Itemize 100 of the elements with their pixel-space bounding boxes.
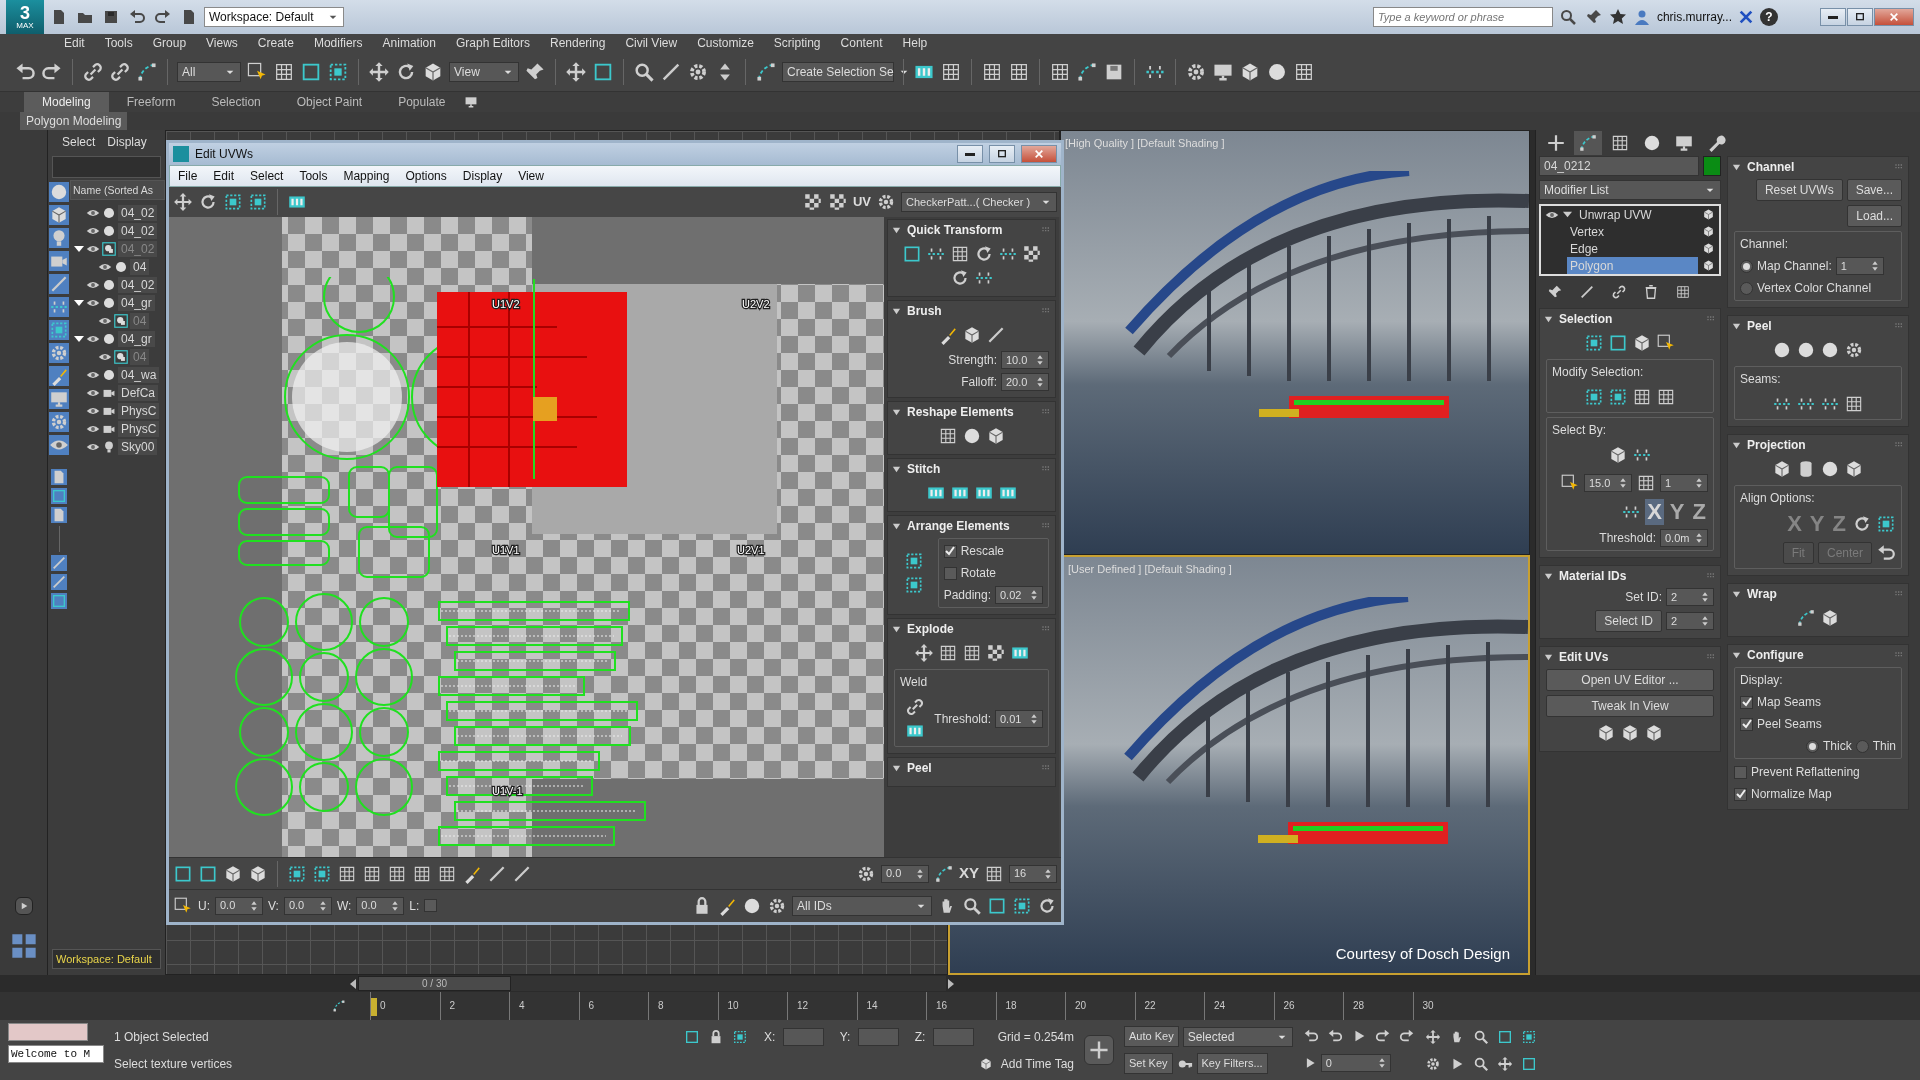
radio-button[interactable]: [1740, 281, 1753, 295]
expanded-arrow-icon[interactable]: [1544, 314, 1553, 324]
menu-item[interactable]: Tools: [299, 167, 328, 185]
axis-toggle[interactable]: X: [1645, 499, 1664, 525]
dashed-square-icon[interactable]: [732, 1028, 748, 1045]
menu-item[interactable]: Edit: [213, 167, 235, 185]
rollout-title[interactable]: Configure: [1747, 646, 1886, 664]
menu-item[interactable]: View: [518, 167, 544, 185]
modifier-list-dropdown[interactable]: Modifier List: [1539, 180, 1721, 200]
monitor-icon[interactable]: [463, 95, 478, 109]
wrench-icon[interactable]: [1706, 133, 1726, 153]
cube-icon[interactable]: [978, 1056, 993, 1071]
column-header[interactable]: Name (Sorted As: [70, 180, 165, 200]
object-name[interactable]: DefCa: [118, 385, 158, 401]
link-icon[interactable]: [82, 60, 104, 83]
menu-item[interactable]: Animation: [372, 34, 446, 52]
grid-icon[interactable]: [1632, 387, 1652, 407]
expanded-arrow-icon[interactable]: [892, 763, 901, 773]
menu-item[interactable]: Modifiers: [303, 34, 373, 52]
coordinate-dropdown[interactable]: View: [449, 61, 519, 82]
spinner-field[interactable]: 1: [1835, 257, 1884, 275]
menu-item[interactable]: Graph Editors: [445, 34, 540, 52]
selection-filter-dropdown[interactable]: All: [177, 61, 241, 82]
maximize-button[interactable]: [989, 145, 1015, 163]
spinner-field[interactable]: 0.0: [215, 896, 263, 915]
magnifier-icon[interactable]: [1472, 1028, 1489, 1045]
menu-item[interactable]: Scripting: [763, 34, 831, 52]
expanded-arrow-icon[interactable]: [74, 244, 84, 254]
object-name[interactable]: 04_gr: [118, 331, 155, 347]
move-icon[interactable]: [1424, 1028, 1441, 1045]
cube-icon[interactable]: [1772, 459, 1792, 479]
axis-toggle[interactable]: Y: [1667, 499, 1687, 525]
spinner-field[interactable]: 15.0: [1584, 474, 1632, 492]
square-icon[interactable]: [1608, 333, 1628, 353]
rollout-title[interactable]: Edit UVs: [1559, 648, 1698, 666]
object-name[interactable]: 04_gr: [118, 295, 155, 311]
add-time-tag[interactable]: Add Time Tag: [1000, 1054, 1074, 1073]
workspace-field[interactable]: Workspace: Default: [52, 949, 161, 969]
menu-item[interactable]: Group: [142, 34, 197, 52]
cube-icon[interactable]: [1644, 723, 1664, 743]
sphere-icon[interactable]: [1772, 340, 1792, 360]
frame-field[interactable]: 0: [1320, 1054, 1391, 1072]
radio-button[interactable]: [1740, 259, 1753, 273]
checkbox[interactable]: [1734, 787, 1747, 801]
minimize-button[interactable]: [957, 145, 983, 163]
ribbon-tab[interactable]: Freeform: [108, 92, 194, 112]
link-icon[interactable]: [905, 697, 926, 717]
dashed-square-icon[interactable]: [1520, 1028, 1537, 1045]
gear-icon[interactable]: [1424, 1055, 1441, 1072]
checkbox[interactable]: [943, 566, 957, 580]
menu-item[interactable]: Help: [892, 34, 938, 52]
expanded-arrow-icon[interactable]: [892, 225, 901, 235]
menu-item[interactable]: Create: [247, 34, 304, 52]
panel-button[interactable]: Save...: [1846, 179, 1902, 201]
object-name[interactable]: 04_02: [118, 223, 158, 239]
menu-item[interactable]: Views: [196, 34, 248, 52]
rollout-title[interactable]: Channel: [1747, 158, 1886, 176]
gear-icon[interactable]: [876, 192, 896, 212]
object-name[interactable]: 04_wa: [118, 367, 160, 383]
checker-icon[interactable]: [827, 192, 848, 212]
rollout-title[interactable]: Wrap: [1747, 585, 1886, 603]
left-arrow-icon[interactable]: [350, 978, 356, 989]
explorer-menu[interactable]: Select: [62, 133, 96, 151]
menu-item[interactable]: Display: [462, 167, 503, 185]
undo-icon[interactable]: [128, 8, 146, 26]
dashed-square-icon[interactable]: [223, 192, 243, 212]
listener-output-field[interactable]: Welcome to M: [8, 1045, 104, 1063]
dashed-square-icon[interactable]: [1584, 333, 1604, 353]
spinner-field[interactable]: 2: [1666, 588, 1714, 606]
search-field[interactable]: Type a keyword or phrase: [1372, 7, 1553, 27]
light-bulb-icon[interactable]: [49, 228, 69, 248]
checkbox[interactable]: [1734, 765, 1747, 779]
rollout-title[interactable]: Stitch: [907, 460, 1033, 478]
uv-island-drawing[interactable]: [235, 277, 646, 846]
link-icon[interactable]: [1611, 284, 1627, 300]
sphere-icon[interactable]: [1642, 133, 1662, 153]
spinner-field[interactable]: 16: [1009, 864, 1057, 883]
key-filters-button[interactable]: Key Filters...: [1196, 1053, 1268, 1074]
object-name-field[interactable]: 04_0212: [1539, 156, 1699, 176]
curve-icon[interactable]: [755, 60, 777, 83]
time-marker[interactable]: [371, 998, 377, 1016]
curve-icon[interactable]: [136, 60, 158, 83]
checkbox[interactable]: [1740, 717, 1753, 731]
spinner-field[interactable]: 0.0: [283, 896, 332, 915]
spinner-field[interactable]: 0.0: [881, 864, 929, 883]
curve-icon[interactable]: [1076, 60, 1098, 83]
rollout-title[interactable]: Arrange Elements: [907, 517, 1033, 535]
undo-icon[interactable]: [1876, 543, 1896, 563]
checkbox[interactable]: [424, 899, 438, 912]
expanded-arrow-icon[interactable]: [74, 334, 84, 344]
sphere-icon[interactable]: [1820, 459, 1840, 479]
dashed-square-icon[interactable]: [248, 192, 268, 212]
curve-icon[interactable]: [934, 863, 954, 884]
uv-toggle[interactable]: UV: [852, 192, 871, 212]
menu-item[interactable]: File: [178, 167, 198, 185]
radio-button[interactable]: [1806, 739, 1819, 753]
maximize-button[interactable]: [1847, 8, 1873, 26]
trash-icon[interactable]: [1643, 284, 1659, 300]
menu-item[interactable]: Content: [830, 34, 893, 52]
rollout-title[interactable]: Projection: [1747, 436, 1886, 454]
